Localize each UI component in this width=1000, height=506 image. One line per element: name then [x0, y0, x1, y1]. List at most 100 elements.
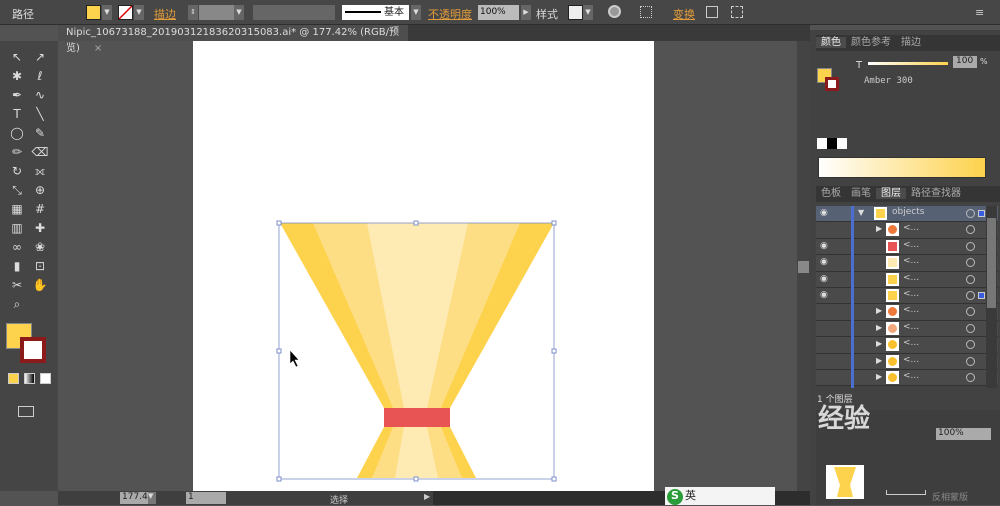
- target-circle-icon[interactable]: [966, 340, 975, 350]
- visibility-eye-icon[interactable]: ◉: [820, 257, 832, 267]
- scroll-thumb[interactable]: [798, 261, 809, 273]
- visibility-eye-icon[interactable]: ◉: [820, 290, 832, 300]
- layer-thumbnail: [886, 239, 899, 253]
- layer-row[interactable]: ▶ <...: [816, 370, 998, 387]
- vertical-scrollbar[interactable]: [797, 41, 810, 493]
- resize-handle[interactable]: [276, 476, 282, 482]
- ime-bar[interactable]: S英: [665, 487, 775, 505]
- layer-row[interactable]: ◉ <...: [816, 255, 998, 272]
- layer-row[interactable]: ◉ <...: [816, 238, 998, 256]
- layer-thumbnail: [886, 321, 899, 335]
- tint-label: T: [856, 60, 863, 71]
- tab-color-guide[interactable]: 颜色参考: [846, 37, 896, 48]
- visibility-eye-icon[interactable]: ◉: [820, 241, 832, 251]
- expand-triangle-icon[interactable]: ▶: [876, 339, 882, 348]
- target-circle-icon[interactable]: [966, 241, 975, 251]
- target-circle-icon[interactable]: [966, 373, 975, 382]
- mask-thumbnail[interactable]: [886, 490, 926, 495]
- tint-slider[interactable]: [868, 62, 948, 65]
- resize-handle[interactable]: [551, 476, 557, 482]
- target-circle-icon[interactable]: [966, 209, 975, 218]
- ime-language[interactable]: 英: [685, 489, 696, 502]
- resize-handle[interactable]: [413, 476, 419, 482]
- target-circle-icon[interactable]: [966, 258, 975, 268]
- red-band[interactable]: [384, 408, 450, 427]
- layer-row[interactable]: ◉ ▼ objects: [816, 206, 998, 223]
- layer-name[interactable]: <...: [903, 338, 919, 348]
- expand-triangle-icon[interactable]: ▶: [876, 356, 882, 365]
- tab-swatches[interactable]: 色板: [816, 188, 846, 199]
- expand-triangle-icon[interactable]: ▶: [876, 372, 882, 381]
- layer-row[interactable]: ▶ <...: [816, 337, 998, 354]
- zoom-dropdown[interactable]: ▼: [148, 492, 156, 504]
- color-panel-tabs: 颜色 颜色参考 描边: [816, 35, 1000, 51]
- tab-brushes[interactable]: 画笔: [846, 188, 876, 199]
- layer-row[interactable]: ▶ <...: [816, 353, 998, 370]
- layer-thumbnail: [874, 207, 887, 220]
- visibility-eye-icon[interactable]: ◉: [820, 274, 832, 284]
- tab-layers[interactable]: 图层: [876, 188, 906, 199]
- right-panels: 颜色 颜色参考 描边 T 100 % Amber 300 色板 画笔 图层 路径查找器 ◉…: [810, 30, 1000, 505]
- layer-name[interactable]: <...: [903, 322, 919, 332]
- layer-thumbnail: [886, 256, 899, 270]
- layer-color-bar: [851, 206, 854, 388]
- selection-indicator[interactable]: [978, 292, 985, 299]
- expand-triangle-icon[interactable]: ▶: [876, 224, 882, 233]
- layer-row[interactable]: ◉ <...: [816, 271, 998, 288]
- expand-triangle-icon[interactable]: ▼: [858, 208, 864, 217]
- resize-handle[interactable]: [413, 220, 419, 226]
- layer-name[interactable]: <...: [903, 305, 919, 315]
- layers-scrollbar[interactable]: [986, 206, 997, 388]
- layers-panel-tabs: 色板 画笔 图层 路径查找器: [816, 186, 1000, 202]
- invert-mask-checkbox[interactable]: 反相蒙版: [932, 490, 968, 503]
- resize-handle[interactable]: [551, 348, 557, 354]
- target-circle-icon[interactable]: [966, 323, 975, 333]
- layer-row[interactable]: ▶ <...: [816, 304, 998, 321]
- expand-triangle-icon[interactable]: ▶: [876, 306, 882, 315]
- status-arrow-icon[interactable]: ▶: [424, 492, 430, 501]
- selection-indicator[interactable]: [978, 210, 985, 217]
- layer-thumbnail: [886, 289, 899, 302]
- tab-pathfinder[interactable]: 路径查找器: [906, 188, 966, 199]
- layer-row[interactable]: ▶ <...: [816, 222, 998, 239]
- panel-stroke-swatch[interactable]: [825, 77, 839, 91]
- color-name: Amber 300: [864, 76, 913, 86]
- tab-color[interactable]: 颜色: [816, 37, 846, 48]
- layer-name[interactable]: <...: [903, 289, 919, 299]
- layer-name[interactable]: <...: [903, 256, 919, 266]
- layer-name[interactable]: <...: [903, 223, 919, 233]
- resize-handle[interactable]: [276, 348, 282, 354]
- expand-triangle-icon[interactable]: ▶: [876, 323, 882, 332]
- visibility-eye-icon[interactable]: ◉: [820, 208, 832, 218]
- watermark-text: 经验: [818, 404, 871, 434]
- artboard-input[interactable]: 1: [186, 492, 226, 504]
- zoom-input[interactable]: 177.42: [120, 492, 154, 504]
- layer-name[interactable]: objects: [892, 207, 924, 217]
- tint-input[interactable]: 100: [953, 56, 977, 68]
- panel-menu-icon[interactable]: ≡: [975, 6, 984, 19]
- layer-row[interactable]: ▶ <...: [816, 320, 998, 338]
- layers-scroll-thumb[interactable]: [987, 218, 996, 308]
- tab-stroke[interactable]: 描边: [896, 37, 926, 48]
- layer-name[interactable]: <...: [903, 371, 919, 381]
- target-circle-icon[interactable]: [966, 274, 975, 284]
- color-spectrum[interactable]: [818, 157, 986, 178]
- percent-label: %: [980, 57, 988, 66]
- layer-thumbnail: [886, 305, 899, 319]
- artwork[interactable]: [0, 0, 810, 505]
- layers-list: ◉ ▼ objects ▶ <... ◉ <... ◉ <... ◉ <... ◉ <... ▶ <... ▶…: [810, 206, 1000, 388]
- layer-name[interactable]: <...: [903, 355, 919, 365]
- layer-row[interactable]: ◉ <...: [816, 288, 998, 305]
- target-circle-icon[interactable]: [966, 225, 975, 235]
- layer-thumbnail: [886, 338, 899, 352]
- target-circle-icon[interactable]: [966, 291, 975, 300]
- none-black-white-swatches[interactable]: [817, 138, 847, 149]
- target-circle-icon[interactable]: [966, 307, 975, 317]
- resize-handle[interactable]: [276, 220, 282, 226]
- layer-name[interactable]: <...: [903, 240, 919, 250]
- resize-handle[interactable]: [551, 220, 557, 226]
- layer-name[interactable]: <...: [903, 273, 919, 283]
- target-circle-icon[interactable]: [966, 356, 975, 366]
- object-thumbnail[interactable]: [826, 465, 864, 499]
- transparency-opacity[interactable]: 100%: [936, 428, 991, 440]
